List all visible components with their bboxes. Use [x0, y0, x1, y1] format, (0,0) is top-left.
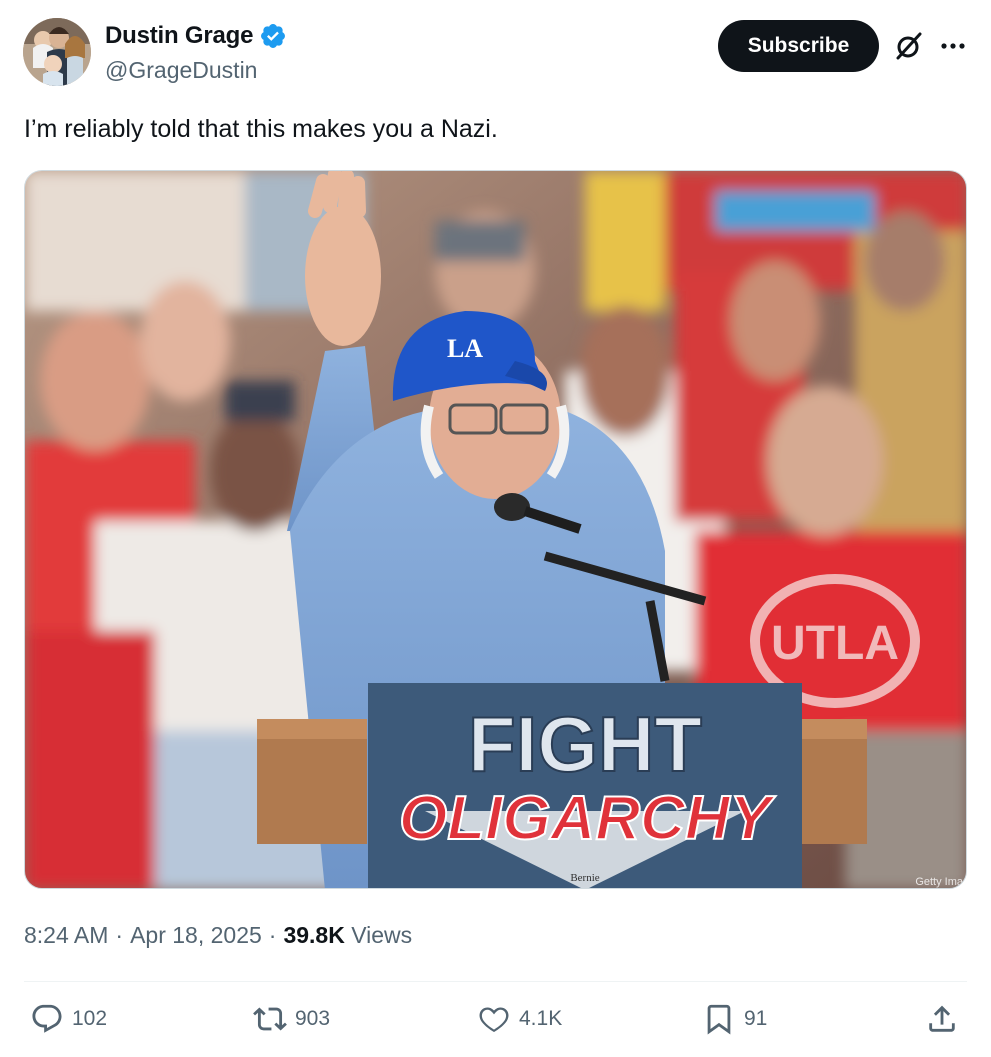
rally-photo: UTLA LA FIGHT OLIGARCHY Bernie Getty Ima: [25, 171, 966, 888]
reply-icon: [32, 1004, 62, 1033]
author-name-row: Dustin Grage: [105, 22, 287, 50]
tweet-date[interactable]: Apr 18, 2025: [130, 922, 262, 949]
views-count: 39.8K: [283, 922, 345, 948]
reply-count: 102: [72, 1007, 108, 1030]
cap-logo: LA: [447, 334, 483, 363]
verified-badge-icon[interactable]: [259, 22, 287, 50]
views-label: Views: [351, 922, 413, 948]
meta-separator: ·: [115, 922, 124, 948]
heart-icon: [479, 1007, 509, 1032]
tweet-time[interactable]: 8:24 AM: [24, 922, 108, 949]
tweet-image[interactable]: UTLA LA FIGHT OLIGARCHY Bernie Getty Ima: [24, 170, 967, 889]
avatar-photo: [23, 18, 91, 86]
sign-line-1: FIGHT: [468, 700, 702, 788]
meta-separator: ·: [268, 922, 277, 948]
bookmark-button[interactable]: 91: [702, 1002, 767, 1036]
subscribe-button[interactable]: Subscribe: [718, 20, 879, 72]
divider: [24, 981, 967, 982]
reply-button[interactable]: 102: [30, 1002, 107, 1036]
grok-icon[interactable]: [893, 30, 925, 62]
more-icon[interactable]: [938, 32, 968, 60]
sign-small-text: Bernie: [570, 872, 599, 884]
sign-line-2: OLIGARCHY: [399, 784, 777, 853]
repost-button[interactable]: 903: [253, 1002, 330, 1036]
author-handle[interactable]: @GrageDustin: [105, 57, 257, 84]
watermark: Getty Ima: [915, 876, 964, 888]
share-button[interactable]: [925, 1002, 959, 1036]
tweet-meta: 8:24 AM · Apr 18, 2025 · 39.8K Views: [24, 922, 412, 949]
repost-icon: [253, 1007, 287, 1031]
repost-count: 903: [295, 1007, 331, 1030]
avatar[interactable]: [23, 18, 91, 86]
like-button[interactable]: 4.1K: [477, 1002, 562, 1036]
bookmark-count: 91: [744, 1007, 768, 1030]
bookmark-icon: [707, 1004, 731, 1035]
share-icon: [929, 1005, 955, 1032]
author-display-name[interactable]: Dustin Grage: [105, 22, 253, 50]
shirt-text: UTLA: [771, 617, 899, 670]
like-count: 4.1K: [519, 1007, 563, 1030]
tweet-text: I’m reliably told that this makes you a …: [24, 115, 498, 143]
